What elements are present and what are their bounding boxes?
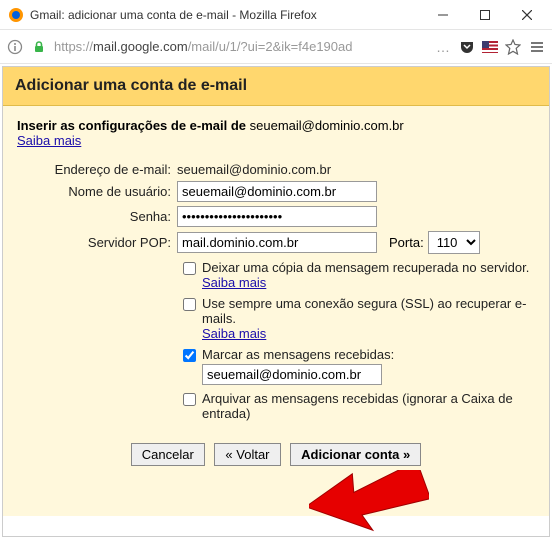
archive-text: Arquivar as mensagens recebidas (ignorar…: [202, 391, 513, 421]
url-bar: https://mail.google.com/mail/u/1/?ui=2&i…: [0, 30, 552, 64]
add-account-button[interactable]: Adicionar conta »: [290, 443, 421, 466]
ssl-checkbox[interactable]: [183, 298, 196, 311]
dialog-content: Adicionar uma conta de e-mail Inserir as…: [2, 66, 550, 537]
password-input[interactable]: [177, 206, 377, 227]
label-checkbox[interactable]: [183, 349, 196, 362]
pop-label: Servidor POP:: [17, 235, 177, 250]
leave-copy-text: Deixar uma cópia da mensagem recuperada …: [202, 260, 529, 275]
url-path: /mail/u/1/?ui=2&ik=f4e190ad: [188, 39, 353, 54]
learn-more-link[interactable]: Saiba mais: [17, 133, 81, 148]
cancel-button[interactable]: Cancelar: [131, 443, 205, 466]
dialog-header: Adicionar uma conta de e-mail: [3, 67, 549, 106]
archive-checkbox[interactable]: [183, 393, 196, 406]
close-button[interactable]: [506, 1, 548, 29]
intro-text: Inserir as configurações de e-mail de se…: [17, 118, 535, 148]
leave-copy-checkbox[interactable]: [183, 262, 196, 275]
minimize-button[interactable]: [422, 1, 464, 29]
firefox-icon: [8, 7, 24, 23]
label-text: Marcar as mensagens recebidas:: [202, 347, 394, 362]
menu-icon[interactable]: [528, 38, 546, 56]
arrow-annotation-icon: [309, 470, 429, 540]
button-row: Cancelar « Voltar Adicionar conta »: [17, 443, 535, 466]
url-domain: mail.google.com: [93, 39, 188, 54]
password-label: Senha:: [17, 209, 177, 224]
info-icon[interactable]: [6, 38, 24, 56]
window-titlebar: Gmail: adicionar uma conta de e-mail - M…: [0, 0, 552, 30]
port-label: Porta:: [389, 235, 424, 250]
url-text[interactable]: https://mail.google.com/mail/u/1/?ui=2&i…: [54, 39, 428, 54]
email-value: seuemail@dominio.com.br: [177, 162, 331, 177]
ssl-text: Use sempre uma conexão segura (SSL) ao r…: [202, 296, 526, 326]
label-input[interactable]: [202, 364, 382, 385]
maximize-button[interactable]: [464, 1, 506, 29]
ssl-learn-link[interactable]: Saiba mais: [202, 326, 535, 341]
username-label: Nome de usuário:: [17, 184, 177, 199]
pop-server-input[interactable]: [177, 232, 377, 253]
leave-copy-learn-link[interactable]: Saiba mais: [202, 275, 529, 290]
username-input[interactable]: [177, 181, 377, 202]
flag-icon[interactable]: [482, 41, 498, 53]
lock-icon[interactable]: [30, 38, 48, 56]
email-label: Endereço de e-mail:: [17, 162, 177, 177]
back-button[interactable]: « Voltar: [214, 443, 280, 466]
intro-email: seuemail@dominio.com.br: [250, 118, 404, 133]
url-scheme: https://: [54, 39, 93, 54]
pocket-icon[interactable]: [458, 38, 476, 56]
ellipsis-icon[interactable]: …: [434, 38, 452, 56]
port-select[interactable]: 110: [428, 231, 480, 254]
window-title: Gmail: adicionar uma conta de e-mail - M…: [30, 8, 422, 22]
dialog-body: Inserir as configurações de e-mail de se…: [3, 106, 549, 516]
bookmark-star-icon[interactable]: [504, 38, 522, 56]
intro-bold: Inserir as configurações de e-mail de: [17, 118, 246, 133]
